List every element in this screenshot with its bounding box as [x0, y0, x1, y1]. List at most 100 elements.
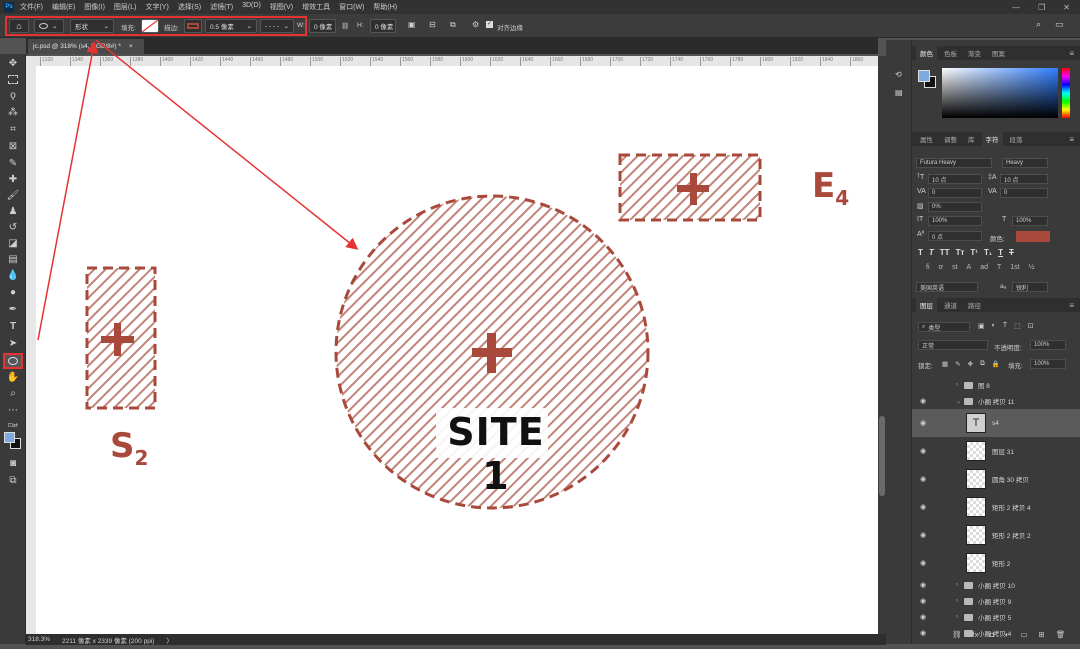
type-tool-icon[interactable]: T	[6, 319, 20, 333]
adjustment-filter-icon[interactable]: ◐	[992, 322, 996, 330]
visibility-eye-icon[interactable]: ◉	[920, 531, 926, 539]
swash-button[interactable]: st	[952, 264, 957, 271]
default-colors-icon[interactable]: ⊡⇄	[6, 418, 20, 432]
visibility-eye-icon[interactable]: ◉	[920, 503, 926, 511]
path-selection-tool-icon[interactable]: ➤	[6, 336, 20, 350]
language-select[interactable]: 美国英语	[916, 282, 978, 292]
lock-all-icon[interactable]: 🔒	[992, 360, 1000, 368]
clone-stamp-tool-icon[interactable]: ♟	[6, 204, 20, 218]
color-panel-foreground[interactable]	[918, 70, 930, 82]
horizontal-scale-input[interactable]: 100%	[1012, 216, 1048, 226]
titling-button[interactable]: ad	[980, 264, 988, 271]
layer-filter-select[interactable]: ⌕ 类型	[918, 322, 970, 332]
type-filter-icon[interactable]: T	[1003, 322, 1007, 330]
fill-swatch[interactable]	[141, 19, 159, 33]
chevron-right-icon[interactable]: ›	[956, 382, 958, 388]
visibility-eye-icon[interactable]: ◉	[920, 581, 926, 589]
document-canvas[interactable]: SITE 1 S2 E4	[36, 66, 878, 634]
comments-panel-icon[interactable]: ▤	[895, 88, 903, 97]
visibility-eye-icon[interactable]: ◉	[920, 475, 926, 483]
menu-item[interactable]: 3D(D)	[242, 2, 261, 12]
layer-row[interactable]: ◉ › 小圈 拷贝 9	[912, 593, 1080, 609]
panel-menu-icon[interactable]: ≡	[1069, 135, 1074, 144]
smart-object-filter-icon[interactable]: ⊡	[1028, 322, 1034, 330]
leading-input[interactable]: 10 点	[1000, 174, 1048, 184]
lasso-tool-icon[interactable]: ϙ	[6, 88, 20, 102]
marquee-tool-icon[interactable]	[6, 72, 20, 86]
align-edges-checkbox[interactable]: ✓	[486, 20, 493, 28]
underline-button[interactable]: T	[998, 248, 1003, 257]
panel-tab[interactable]: 图案	[988, 46, 1009, 60]
opacity-input[interactable]: 100%	[1030, 340, 1066, 350]
panel-tab[interactable]: 库	[964, 132, 979, 146]
visibility-eye-icon[interactable]: ◉	[920, 597, 926, 605]
color-field[interactable]	[942, 68, 1058, 118]
ligature-button[interactable]: fi	[926, 264, 930, 271]
pen-tool-icon[interactable]: ✒	[6, 302, 20, 316]
menu-item[interactable]: 文件(F)	[20, 2, 43, 12]
lock-pixels-icon[interactable]: ✎	[955, 360, 960, 368]
layer-row[interactable]: ◉ 矩形 2 拷贝 2	[912, 521, 1080, 549]
tracking-input[interactable]: 0	[1000, 188, 1048, 198]
text-color-swatch[interactable]	[1016, 231, 1050, 242]
lock-transparency-icon[interactable]: ▦	[942, 360, 948, 368]
layer-row[interactable]: ◉ › 小圈 拷贝 5	[912, 609, 1080, 625]
width-input[interactable]: 0 像素	[309, 19, 336, 33]
restore-button[interactable]: ❐	[1038, 3, 1045, 12]
stroke-swatch[interactable]	[184, 19, 202, 33]
height-input[interactable]: 0 像素	[370, 19, 396, 33]
link-icon[interactable]: ⛓	[952, 630, 962, 639]
baseline-shift-input[interactable]: 0 点	[928, 231, 982, 241]
small-caps-button[interactable]: Tт	[956, 248, 965, 257]
lock-artboard-icon[interactable]: ⧉	[980, 360, 985, 368]
path-operations-icon[interactable]: ▣	[408, 20, 416, 29]
move-tool-icon[interactable]: ✥	[6, 56, 20, 70]
blend-mode-select[interactable]: 正常	[918, 340, 988, 350]
zoom-level[interactable]: 318.3%	[28, 636, 50, 643]
menu-item[interactable]: 选择(S)	[178, 2, 201, 12]
panel-tab[interactable]: 渐变	[964, 46, 985, 60]
trash-icon[interactable]: 🗑	[1056, 630, 1066, 639]
layer-row[interactable]: ◉ 图层 31	[912, 437, 1080, 465]
menu-item[interactable]: 图像(I)	[84, 2, 105, 12]
workspace-icon[interactable]: ▭	[1055, 19, 1064, 30]
vertical-scrollbar[interactable]	[878, 56, 886, 634]
eraser-tool-icon[interactable]: ◪	[6, 236, 20, 250]
visibility-eye-icon[interactable]: ◉	[920, 447, 926, 455]
panel-tab[interactable]: 通道	[940, 298, 961, 312]
path-alignment-icon[interactable]: ⊟	[429, 20, 436, 29]
document-tab[interactable]: jc.psd @ 318% (s4, RGB/8#) * ×	[28, 39, 144, 54]
all-caps-button[interactable]: TT	[940, 248, 950, 257]
layer-row[interactable]: ◉ ⌄ 小圈 拷贝 11	[912, 393, 1080, 409]
hand-tool-icon[interactable]: ✋	[6, 370, 20, 384]
adjustment-icon[interactable]: ◐	[1005, 630, 1010, 639]
close-window-button[interactable]: ✕	[1063, 3, 1070, 12]
mask-icon[interactable]: ◘	[989, 630, 994, 639]
menu-item[interactable]: 文字(Y)	[145, 2, 168, 12]
minimize-button[interactable]: —	[1012, 3, 1020, 12]
pixel-filter-icon[interactable]: ▣	[978, 322, 985, 330]
menu-item[interactable]: 增效工具	[302, 2, 330, 12]
brush-tool-icon[interactable]: 🖌	[6, 188, 20, 202]
history-brush-tool-icon[interactable]: ↺	[6, 220, 20, 234]
new-layer-icon[interactable]: ⊞	[1039, 630, 1045, 639]
font-style-select[interactable]: Heavy	[1002, 158, 1048, 168]
ordinals-button[interactable]: T	[997, 264, 1001, 271]
home-button[interactable]: ⌂	[9, 19, 29, 33]
layer-row[interactable]: ◉ 矩形 2 拷贝 4	[912, 493, 1080, 521]
dodge-tool-icon[interactable]: ●	[6, 285, 20, 299]
fractions-button[interactable]: 1st	[1010, 264, 1019, 271]
gradient-tool-icon[interactable]: ▤	[6, 252, 20, 266]
history-panel-icon[interactable]: ⟲	[895, 70, 902, 79]
half-button[interactable]: ½	[1029, 264, 1035, 271]
menu-item[interactable]: 帮助(H)	[373, 2, 397, 12]
panel-tab[interactable]: 段落	[1006, 132, 1027, 146]
lock-position-icon[interactable]: ✥	[968, 360, 973, 368]
ellipse-tool-icon[interactable]	[3, 353, 23, 369]
fx-icon[interactable]: fx	[973, 630, 979, 639]
eyedropper-tool-icon[interactable]: ✎	[6, 156, 20, 170]
stroke-width-input[interactable]: 0.5 像素 ⌄	[205, 19, 257, 33]
fill-input[interactable]: 100%	[1030, 359, 1066, 369]
foreground-color-swatch[interactable]	[4, 432, 15, 443]
chevron-right-icon[interactable]: ›	[956, 582, 958, 588]
